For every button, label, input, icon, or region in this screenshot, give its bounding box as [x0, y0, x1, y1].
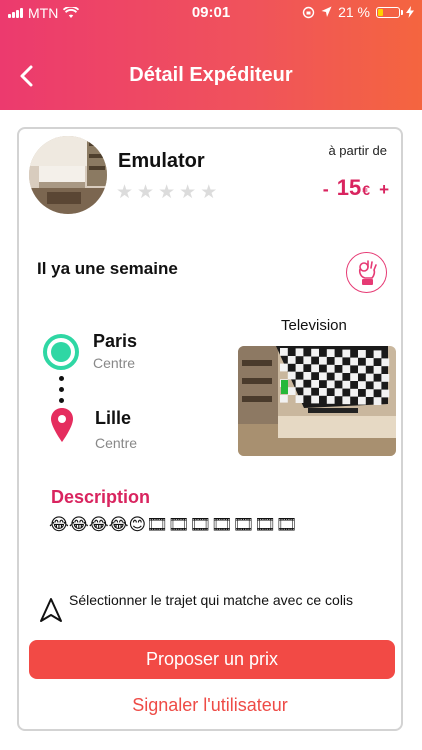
location-icon — [321, 6, 332, 17]
star-icon: ★ — [116, 182, 134, 203]
arrival-city: Lille — [95, 408, 132, 428]
report-user-link[interactable]: Signaler l'utilisateur — [19, 695, 401, 716]
star-icon: ★ — [200, 182, 218, 203]
page-title: Détail Expéditeur — [129, 64, 293, 86]
item-name: Television — [281, 317, 347, 334]
charging-icon — [406, 6, 414, 18]
price-increase[interactable]: + — [379, 180, 389, 200]
header: MTN 09:01 21 % Détail Expéditeur — [0, 0, 422, 110]
battery-label: 21 % — [338, 4, 370, 20]
battery-icon — [376, 6, 403, 18]
route-dots — [59, 376, 64, 403]
description-text: 😂😂😂😂😊🎞🎞🎞🎞🎞🎞🎞 — [49, 515, 298, 534]
avatar-image — [29, 136, 107, 214]
price-decrease[interactable]: - — [323, 179, 329, 200]
status-right: 21 % — [302, 4, 414, 20]
price-currency: € — [362, 182, 371, 198]
ok-hand-icon — [358, 259, 377, 285]
status-bar: MTN 09:01 21 % — [0, 0, 422, 24]
star-icon: ★ — [179, 182, 197, 203]
rating-stars: ★ ★ ★ ★ ★ — [116, 183, 217, 203]
ok-hand-button[interactable] — [346, 252, 387, 293]
sender-card: Emulator ★ ★ ★ ★ ★ à partir de - 15 € + Il y… — [17, 127, 403, 731]
price-prefix: à partir de — [328, 143, 387, 158]
description-title: Description — [51, 487, 151, 507]
avatar[interactable] — [29, 136, 107, 214]
departure-area: Centre — [93, 355, 136, 371]
item-photo[interactable] — [238, 346, 396, 456]
star-icon: ★ — [158, 182, 176, 203]
match-hint: Sélectionner le trajet qui matche avec c… — [69, 592, 354, 608]
departure-icon — [43, 334, 79, 370]
arrival-area: Centre — [95, 435, 138, 451]
map-pin-icon — [51, 408, 73, 442]
sender-name: Emulator — [118, 150, 205, 172]
price: - 15 € + — [323, 175, 389, 201]
posted-time: Il ya une semaine — [37, 259, 178, 278]
star-icon: ★ — [137, 182, 155, 203]
rotation-lock-icon — [302, 6, 315, 18]
navigation-arrow-icon — [40, 598, 62, 622]
television-image — [238, 346, 396, 456]
price-amount: 15 — [336, 175, 362, 200]
propose-price-button[interactable]: Proposer un prix — [29, 640, 395, 679]
departure-city: Paris — [93, 331, 138, 351]
